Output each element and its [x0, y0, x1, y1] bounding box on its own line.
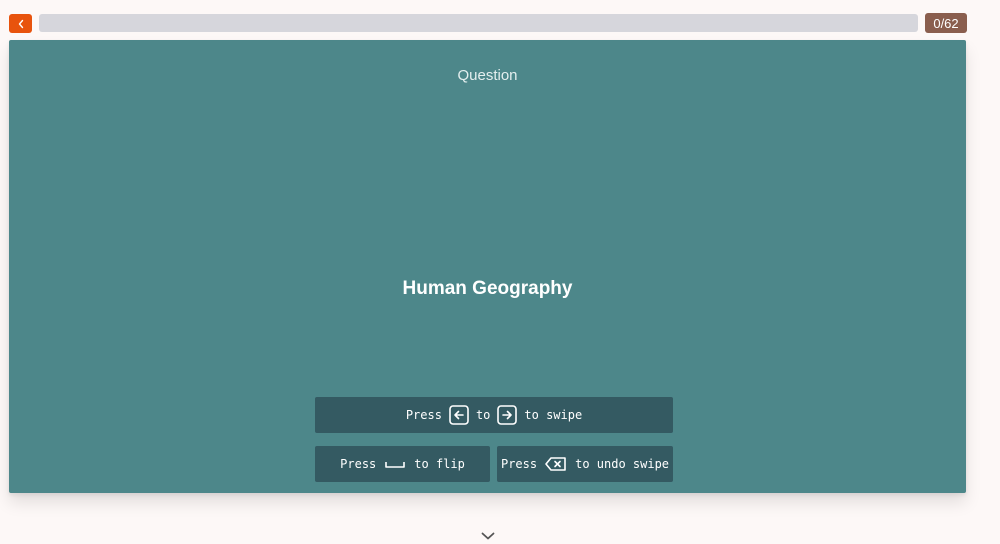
spacebar-key-icon	[383, 457, 407, 471]
progress-bar	[39, 14, 918, 32]
swipe-hint-to: to	[475, 408, 491, 422]
swipe-hint-action: to swipe	[524, 408, 583, 422]
undo-hint: Press to undo swipe	[497, 446, 673, 482]
swipe-hint-press: Press	[405, 408, 442, 422]
chevron-down-icon	[481, 532, 495, 540]
progress-counter: 0/62	[925, 13, 967, 33]
flashcard[interactable]: Question Human Geography Press to to swi…	[9, 40, 966, 493]
swipe-hint: Press to to swipe	[315, 397, 673, 433]
card-term: Human Geography	[402, 278, 573, 299]
card-side-label: Question	[457, 67, 518, 84]
expand-button[interactable]	[479, 530, 497, 542]
flip-hint-press: Press	[340, 457, 377, 471]
backspace-key-icon	[544, 456, 568, 472]
flip-hint: Press to flip	[315, 446, 490, 482]
arrow-right-key-icon	[497, 405, 518, 425]
flip-hint-action: to flip	[414, 457, 465, 471]
arrow-left-key-icon	[449, 405, 469, 425]
chevron-left-icon	[18, 19, 23, 28]
back-button[interactable]	[9, 14, 32, 33]
undo-hint-action: to undo swipe	[575, 457, 670, 471]
undo-hint-press: Press	[500, 457, 538, 471]
